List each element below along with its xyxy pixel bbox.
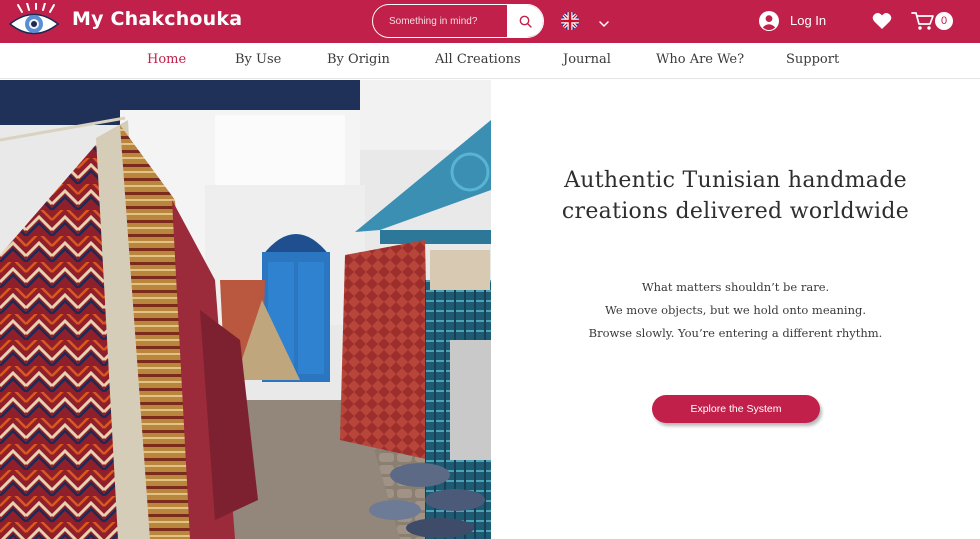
- hero-headline: Authentic Tunisian handmade creations de…: [491, 165, 980, 227]
- hero-headline-line-1: Authentic Tunisian handmade: [564, 168, 907, 193]
- nav-item-journal[interactable]: Journal: [563, 52, 611, 68]
- user-avatar-icon: [759, 11, 779, 31]
- hero-tagline: What matters shouldn’t be rare. We move …: [491, 276, 980, 345]
- uk-flag-icon[interactable]: [561, 12, 579, 30]
- explore-the-system-button[interactable]: Explore the System: [652, 395, 820, 423]
- cart-icon[interactable]: [911, 11, 935, 31]
- top-bar: My Chakchouka Log In: [0, 0, 980, 43]
- nav-item-support[interactable]: Support: [786, 52, 839, 68]
- search-bar: [372, 4, 544, 38]
- tagline-line-3: Browse slowly. You’re entering a differe…: [588, 326, 883, 340]
- hero-market-photo: [0, 80, 491, 539]
- evil-eye-logo-icon[interactable]: [8, 2, 60, 41]
- nav-item-all-creations[interactable]: All Creations: [435, 52, 521, 68]
- login-label: Log In: [790, 13, 827, 28]
- chevron-down-icon[interactable]: [598, 15, 610, 27]
- search-button[interactable]: [507, 5, 543, 37]
- nav-item-home[interactable]: Home: [147, 52, 186, 68]
- search-icon: [519, 15, 532, 28]
- hero-text-panel: Authentic Tunisian handmade creations de…: [491, 80, 980, 539]
- main-navigation: Home By Use By Origin All Creations Jour…: [0, 43, 980, 79]
- nav-item-by-use[interactable]: By Use: [235, 52, 281, 68]
- hero-headline-line-2: creations delivered worldwide: [561, 199, 910, 224]
- tagline-line-1: What matters shouldn’t be rare.: [641, 280, 830, 294]
- tagline-line-2: We move objects, but we hold onto meanin…: [604, 303, 867, 317]
- heart-icon[interactable]: [872, 12, 892, 30]
- search-input[interactable]: [373, 5, 507, 37]
- nav-item-by-origin[interactable]: By Origin: [327, 52, 390, 68]
- nav-item-who-are-we[interactable]: Who Are We?: [656, 52, 744, 68]
- login-button[interactable]: Log In: [759, 11, 826, 31]
- brand-name[interactable]: My Chakchouka: [72, 8, 242, 30]
- cart-count-badge: 0: [935, 12, 953, 30]
